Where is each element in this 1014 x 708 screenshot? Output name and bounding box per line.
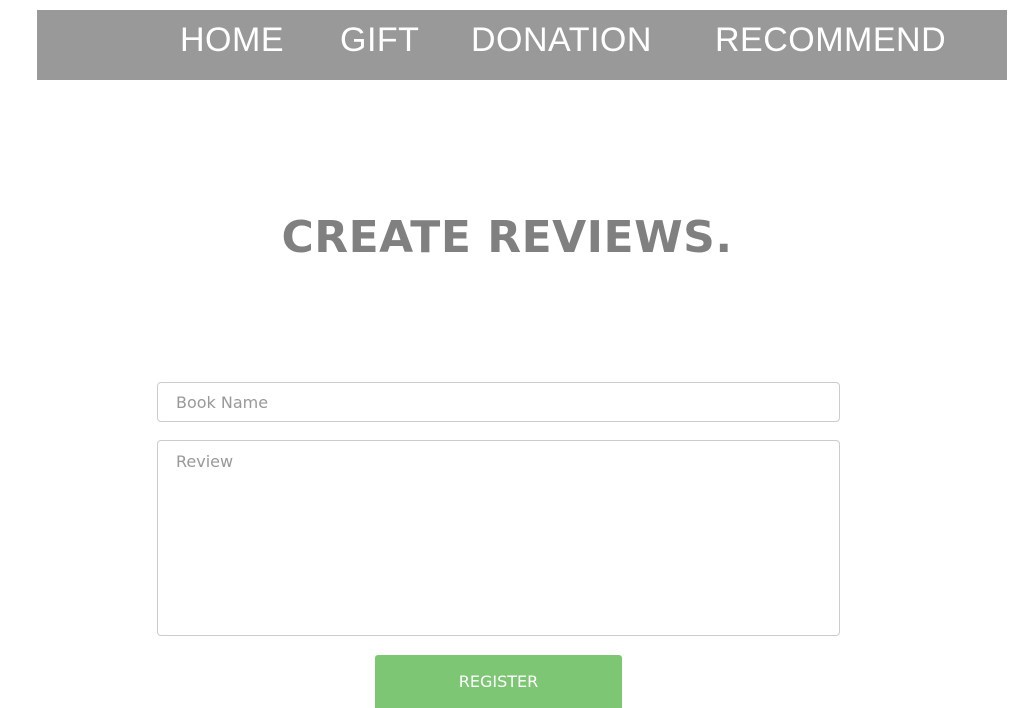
page-title: CREATE REVIEWS.: [281, 212, 733, 263]
nav-donation[interactable]: DONATION: [471, 10, 652, 80]
nav-recommend[interactable]: RECOMMEND: [715, 10, 946, 80]
nav-home[interactable]: HOME: [180, 10, 284, 80]
nav-gift[interactable]: GIFT: [340, 10, 419, 80]
register-button[interactable]: REGISTER: [375, 655, 622, 708]
review-textarea[interactable]: [157, 440, 840, 636]
book-name-input[interactable]: [157, 382, 840, 422]
top-navbar: HOME GIFT DONATION RECOMMEND: [37, 10, 1007, 80]
page: HOME GIFT DONATION RECOMMEND CREATE REVI…: [0, 0, 1014, 708]
